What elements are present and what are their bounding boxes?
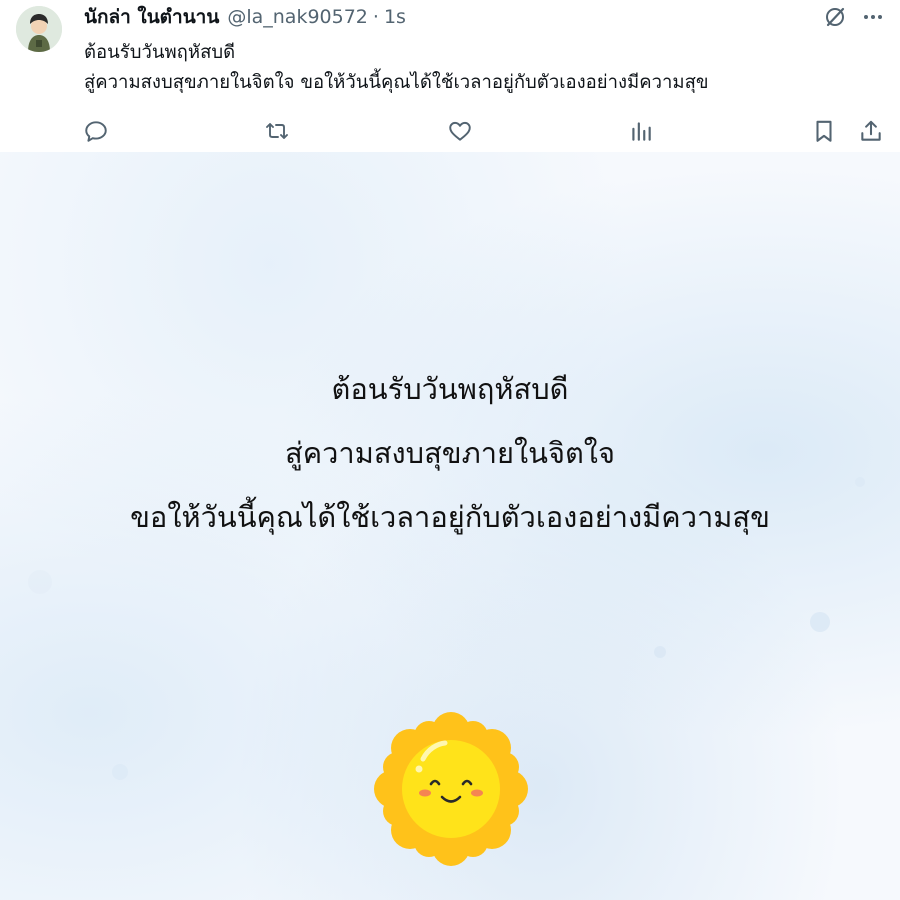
share-icon[interactable] bbox=[857, 117, 885, 145]
views-icon[interactable] bbox=[627, 117, 655, 145]
image-text-line: ขอให้วันนี้คุณได้ใช้เวลาอยู่กับตัวเองอย่… bbox=[130, 500, 770, 534]
grok-icon[interactable] bbox=[822, 4, 848, 30]
tweet-header: นักล่า ในตำนาน @la_nak90572 · 1s ต้อนรับ… bbox=[0, 0, 900, 152]
retweet-icon[interactable] bbox=[263, 117, 291, 145]
tweet-author-line: นักล่า ในตำนาน @la_nak90572 · 1s bbox=[84, 5, 406, 29]
like-icon[interactable] bbox=[446, 117, 474, 145]
smiling-sun-icon bbox=[374, 712, 528, 866]
handle[interactable]: @la_nak90572 bbox=[227, 6, 368, 28]
more-icon[interactable] bbox=[860, 4, 886, 30]
tweet-top-icons bbox=[822, 4, 886, 30]
display-name[interactable]: นักล่า ในตำนาน bbox=[84, 2, 219, 32]
avatar-image bbox=[16, 6, 62, 52]
bookmark-icon[interactable] bbox=[810, 117, 838, 145]
timestamp[interactable]: 1s bbox=[384, 6, 406, 28]
separator-dot: · bbox=[372, 6, 379, 28]
image-text-line: สู่ความสงบสุขภายในจิตใจ bbox=[285, 436, 615, 470]
reply-icon[interactable] bbox=[82, 117, 110, 145]
tweet-text: ต้อนรับวันพฤหัสบดี สู่ความสงบสุขภายในจิต… bbox=[84, 38, 884, 98]
tweet-text-line: สู่ความสงบสุขภายในจิตใจ ขอให้วันนี้คุณได… bbox=[84, 72, 709, 93]
avatar[interactable] bbox=[16, 6, 62, 52]
tweet-text-line: ต้อนรับวันพฤหัสบดี bbox=[84, 42, 236, 63]
tweet-action-bar bbox=[0, 117, 900, 145]
image-text-line: ต้อนรับวันพฤหัสบดี bbox=[331, 372, 569, 406]
